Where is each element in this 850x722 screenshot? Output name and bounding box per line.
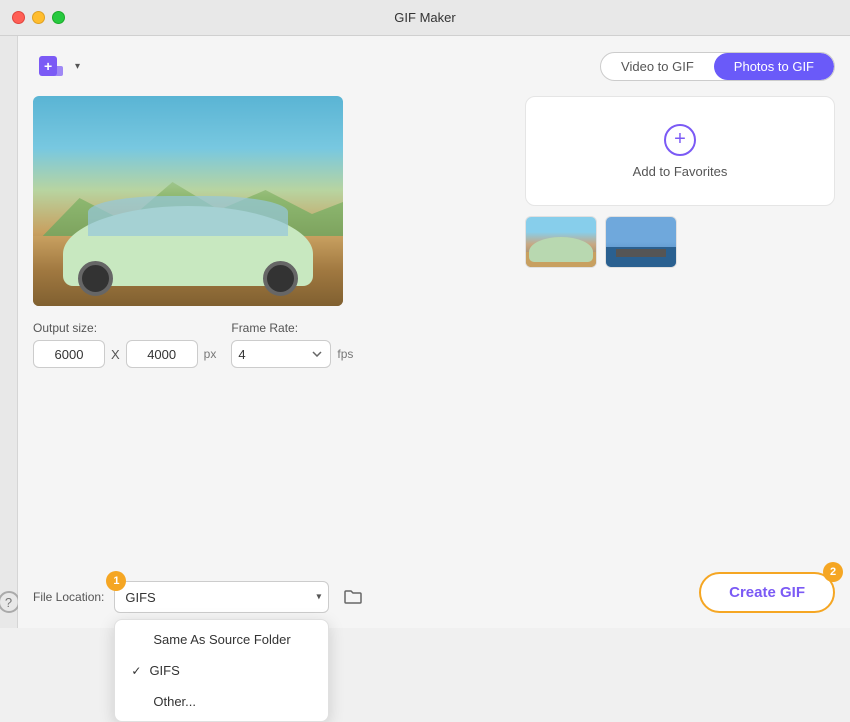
car-windshield bbox=[88, 196, 288, 236]
app-container: ? + ▾ Video to GIF Photos to GIF bbox=[0, 36, 850, 628]
fullscreen-button[interactable] bbox=[52, 11, 65, 24]
bottom-area: File Location: 1 GIFS ▾ Same As bbox=[33, 551, 510, 613]
left-panel: Output size: X px Frame Rate: bbox=[33, 96, 510, 613]
output-size-group: Output size: X px bbox=[33, 321, 216, 368]
nav-tabs: Video to GIF Photos to GIF bbox=[600, 52, 835, 81]
add-to-favorites-label: Add to Favorites bbox=[633, 164, 728, 179]
thumb-bridge-2 bbox=[616, 249, 666, 257]
add-media-dropdown-arrow[interactable]: ▾ bbox=[75, 61, 80, 72]
add-media-icon: + bbox=[37, 54, 65, 78]
right-panel: + Add to Favorites bbox=[525, 96, 835, 613]
help-icon[interactable]: ? bbox=[0, 591, 20, 613]
tab-video-to-gif[interactable]: Video to GIF bbox=[601, 53, 714, 80]
width-input[interactable] bbox=[33, 340, 105, 368]
dropdown-item-same-as-source[interactable]: Same As Source Folder bbox=[115, 624, 328, 655]
svg-text:+: + bbox=[44, 58, 52, 74]
thumbnail-2[interactable] bbox=[605, 216, 677, 268]
top-nav: + ▾ Video to GIF Photos to GIF bbox=[33, 51, 835, 81]
minimize-button[interactable] bbox=[32, 11, 45, 24]
car-wheel-left bbox=[78, 261, 113, 296]
file-location-dropdown: Same As Source Folder GIFS Other... bbox=[114, 619, 329, 722]
x-separator: X bbox=[111, 347, 120, 362]
favorites-plus-icon: + bbox=[664, 124, 696, 156]
add-media-button[interactable]: + bbox=[33, 51, 69, 81]
content-area: Output size: X px Frame Rate: bbox=[33, 96, 835, 613]
size-inputs: X px bbox=[33, 340, 216, 368]
title-bar: GIF Maker bbox=[0, 0, 850, 36]
file-location-row: File Location: 1 GIFS ▾ Same As bbox=[33, 581, 367, 613]
create-gif-button[interactable]: Create GIF bbox=[699, 572, 835, 613]
dropdown-item-other[interactable]: Other... bbox=[115, 686, 328, 717]
tab-photos-to-gif[interactable]: Photos to GIF bbox=[714, 53, 834, 80]
height-input[interactable] bbox=[126, 340, 198, 368]
frame-rate-label: Frame Rate: bbox=[231, 321, 353, 335]
thumbnails-row bbox=[525, 216, 835, 268]
window-controls bbox=[12, 11, 65, 24]
px-label: px bbox=[204, 347, 217, 361]
main-photo-preview bbox=[33, 96, 343, 306]
step-badge-2: 2 bbox=[823, 562, 843, 582]
left-sidebar: ? bbox=[0, 36, 18, 628]
thumbnail-1[interactable] bbox=[525, 216, 597, 268]
car-wheel-right bbox=[263, 261, 298, 296]
car-decoration bbox=[53, 166, 323, 286]
close-button[interactable] bbox=[12, 11, 25, 24]
fps-label: fps bbox=[337, 347, 353, 361]
dropdown-item-gifs[interactable]: GIFS bbox=[115, 655, 328, 686]
file-location-wrapper: 1 GIFS ▾ Same As Source Folder bbox=[114, 581, 329, 613]
folder-icon bbox=[344, 589, 362, 605]
app-title: GIF Maker bbox=[394, 10, 455, 25]
output-size-label: Output size: bbox=[33, 321, 216, 335]
frame-rate-inputs: 4 fps bbox=[231, 340, 353, 368]
thumb-car-1 bbox=[529, 237, 593, 262]
settings-row: Output size: X px Frame Rate: bbox=[33, 321, 510, 368]
file-location-select[interactable]: GIFS bbox=[114, 581, 329, 613]
browse-folder-button[interactable] bbox=[339, 583, 367, 611]
nav-left: + ▾ bbox=[33, 51, 80, 81]
frame-rate-select[interactable]: 4 bbox=[231, 340, 331, 368]
main-content: + ▾ Video to GIF Photos to GIF bbox=[18, 36, 850, 628]
file-location-label: File Location: bbox=[33, 590, 104, 604]
frame-rate-group: Frame Rate: 4 fps bbox=[231, 321, 353, 368]
add-to-favorites-box[interactable]: + Add to Favorites bbox=[525, 96, 835, 206]
create-gif-wrapper: 2 Create GIF bbox=[699, 572, 835, 613]
